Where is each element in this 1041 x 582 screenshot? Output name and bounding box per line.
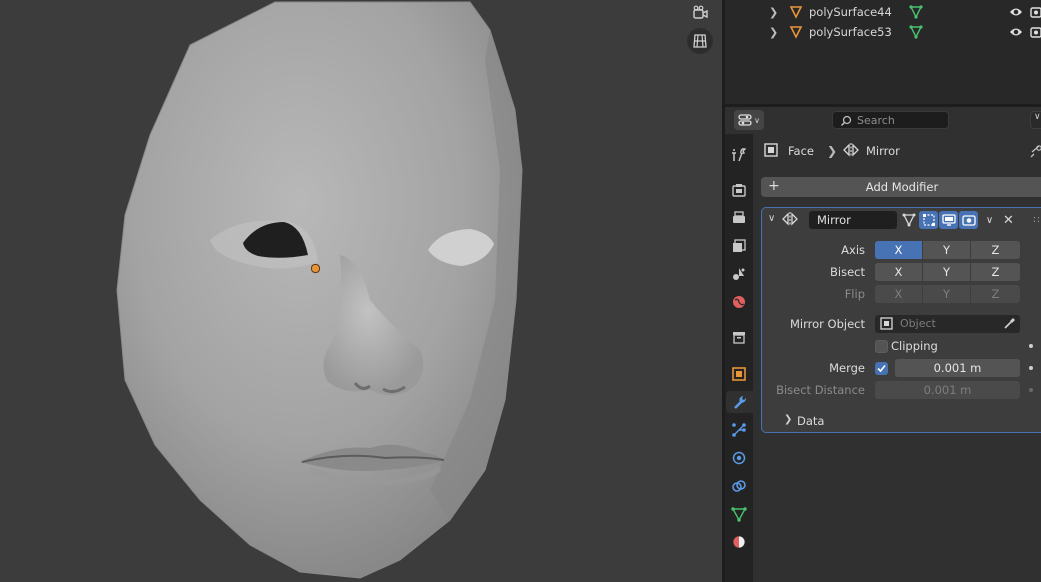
grid-view-icon[interactable] [687,28,713,54]
eye-icon[interactable] [1009,26,1023,41]
checkmark-icon [877,364,886,373]
add-modifier-label: Add Modifier [865,180,939,194]
mirror-modifier-icon [782,212,798,229]
expand-chevron-icon[interactable]: ❯ [769,6,778,19]
expand-chevron-icon[interactable]: ❯ [769,26,778,39]
keyframe-dot-icon[interactable] [1029,344,1033,348]
edit-mode-cage-icon[interactable] [899,211,918,229]
mesh-data-icon[interactable] [909,5,923,22]
options-dropdown[interactable]: ∨ [1030,111,1041,129]
drag-handle-icon[interactable]: ∷ [1027,211,1041,229]
axis-y-toggle[interactable]: Y [923,241,971,259]
properties-editor-icon [738,114,752,126]
mirror-object-placeholder: Object [900,317,936,330]
modifier-name-input[interactable]: Mirror [809,211,897,229]
properties-tabs [725,134,753,582]
face-mesh [116,1,523,579]
render-icon[interactable] [728,179,750,201]
breadcrumb-modifier: Mirror [866,144,900,158]
output-icon[interactable] [728,207,750,229]
breadcrumb-object: Face [788,144,815,158]
render-camera-icon[interactable] [959,211,978,229]
keyframe-dot-icon[interactable] [1029,366,1033,370]
merge-label: Merge [829,361,865,375]
edit-mode-icon[interactable] [919,211,938,229]
bisect-x-toggle[interactable]: X [875,263,923,281]
tool-icon[interactable] [728,144,750,166]
clipping-label: Clipping [891,339,938,353]
collapse-chevron-icon[interactable]: ∨ [768,213,775,224]
merge-checkbox[interactable] [875,362,888,375]
outliner: ❯ polySurface44 ❯ polySurface53 [725,0,1041,104]
bisect-y-toggle[interactable]: Y [923,263,971,281]
search-input[interactable]: Search [832,111,949,129]
breadcrumb-separator-icon: ❯ [827,144,838,158]
outliner-row[interactable]: ❯ polySurface53 [725,22,1041,42]
data-subpanel-header[interactable]: Data [797,414,824,428]
editor-type-dropdown[interactable]: ∨ [734,110,764,130]
bisect-z-toggle[interactable]: Z [971,263,1020,281]
merge-distance-field[interactable]: 0.001 m [895,359,1020,377]
clipping-checkbox[interactable] [875,340,888,353]
chevron-down-icon: ∨ [1034,112,1041,122]
axis-z-toggle[interactable]: Z [971,241,1020,259]
axis-x-toggle[interactable]: X [875,241,923,259]
data-icon[interactable] [728,503,750,525]
outliner-row[interactable]: ❯ polySurface44 [725,2,1041,22]
expand-chevron-icon[interactable]: ❯ [784,414,792,425]
flip-z-toggle[interactable]: Z [971,285,1020,303]
camera-view-icon[interactable] [687,0,713,26]
flip-x-toggle[interactable]: X [875,285,923,303]
realtime-display-icon[interactable] [939,211,958,229]
object-icon[interactable] [728,363,750,385]
3d-viewport[interactable] [0,0,722,582]
flip-y-toggle[interactable]: Y [923,285,971,303]
close-icon[interactable]: ✕ [999,211,1018,229]
chevron-down-icon: ∨ [754,115,760,125]
object-icon [789,25,803,42]
view-layer-icon[interactable] [728,235,750,257]
3d-cursor[interactable] [311,264,320,273]
mirror-object-field[interactable]: Object [875,315,1020,333]
keyframe-dot-icon[interactable] [1029,388,1033,392]
search-icon [840,115,852,127]
outliner-item-name[interactable]: polySurface44 [809,5,892,19]
flip-label: Flip [844,287,865,301]
eyedropper-icon[interactable] [1003,317,1016,333]
mesh-data-icon[interactable] [909,25,923,42]
object-data-icon [764,143,778,160]
constraints-icon[interactable] [728,475,750,497]
bisect-distance-label: Bisect Distance [776,383,865,397]
object-data-icon [880,317,893,333]
material-icon[interactable] [728,531,750,553]
world-icon[interactable] [728,291,750,313]
scene-icon[interactable] [728,263,750,285]
mirror-modifier-icon [843,143,859,160]
pin-icon[interactable] [1030,144,1041,161]
particles-icon[interactable] [728,419,750,441]
object-icon [789,5,803,22]
camera-render-icon[interactable] [1030,26,1041,41]
collection-icon[interactable] [728,326,750,348]
modifier-menu-chevron-icon[interactable]: ∨ [980,211,999,229]
search-placeholder: Search [857,114,895,127]
outliner-item-name[interactable]: polySurface53 [809,25,892,39]
eye-icon[interactable] [1009,6,1023,21]
mirror-object-label: Mirror Object [790,317,865,331]
physics-icon[interactable] [728,447,750,469]
bisect-distance-field[interactable]: 0.001 m [875,381,1020,399]
axis-label: Axis [841,243,865,257]
add-modifier-button[interactable]: + Add Modifier [761,177,1041,197]
modifier-icon[interactable] [726,391,753,413]
bisect-label: Bisect [830,265,865,279]
camera-render-icon[interactable] [1030,6,1041,21]
